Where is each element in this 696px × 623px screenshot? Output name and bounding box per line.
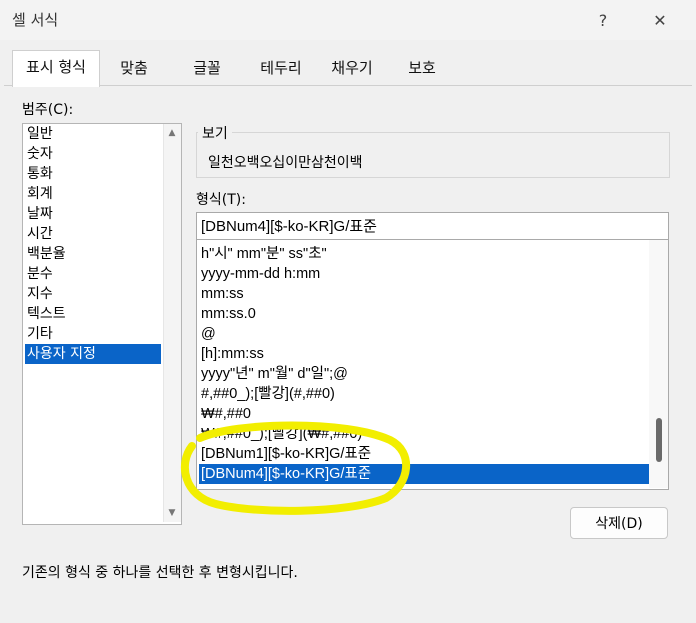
category-item[interactable]: 지수 [25, 284, 161, 304]
scroll-up-icon[interactable]: ▲ [165, 128, 179, 138]
category-item[interactable]: 백분율 [25, 244, 161, 264]
format-item[interactable]: h"시" mm"분" ss"초" [199, 244, 651, 264]
sample-legend: 보기 [198, 123, 232, 143]
tab-font[interactable]: 글꼴 [170, 52, 244, 85]
tab-alignment[interactable]: 맞춤 [100, 52, 168, 85]
category-item[interactable]: 회계 [25, 184, 161, 204]
dialog-title: 셀 서식 [12, 11, 59, 29]
tab-number[interactable]: 표시 형식 [12, 50, 100, 87]
category-item[interactable]: 분수 [25, 264, 161, 284]
tab-fill[interactable]: 채우기 [318, 52, 386, 85]
category-item[interactable]: 통화 [25, 164, 161, 184]
category-list[interactable]: 일반 숫자 통화 회계 날짜 시간 백분율 분수 지수 텍스트 기타 사용자 지… [22, 123, 182, 525]
category-item[interactable]: 날짜 [25, 204, 161, 224]
category-item-selected[interactable]: 사용자 지정 [25, 344, 161, 364]
highlight-annotation [180, 421, 410, 515]
format-item[interactable]: [h]:mm:ss [199, 344, 651, 364]
category-item[interactable]: 시간 [25, 224, 161, 244]
category-item[interactable]: 텍스트 [25, 304, 161, 324]
format-label: 형식(T): [196, 192, 246, 208]
description-text: 기존의 형식 중 하나를 선택한 후 변형시킵니다. [22, 565, 298, 581]
close-button[interactable]: ✕ [645, 8, 675, 34]
format-item[interactable]: yyyy"년" m"월" d"일";@ [199, 364, 651, 384]
format-item[interactable]: yyyy-mm-dd h:mm [199, 264, 651, 284]
tab-protection[interactable]: 보호 [388, 52, 456, 85]
format-item[interactable]: mm:ss.0 [199, 304, 651, 324]
category-item[interactable]: 일반 [25, 124, 161, 144]
format-item[interactable]: mm:ss [199, 284, 651, 304]
format-item[interactable]: @ [199, 324, 651, 344]
format-input[interactable]: [DBNum4][$-ko-KR]G/표준 [196, 212, 669, 240]
sample-value: 일천오백오십이만삼천이백 [208, 155, 363, 171]
format-item[interactable]: #,##0_);[빨강](#,##0) [199, 384, 651, 404]
help-button[interactable]: ? [588, 8, 618, 34]
tab-border[interactable]: 테두리 [246, 52, 316, 85]
category-label: 범주(C): [22, 102, 74, 118]
delete-button[interactable]: 삭제(D) [570, 507, 668, 539]
category-item[interactable]: 숫자 [25, 144, 161, 164]
category-item[interactable]: 기타 [25, 324, 161, 344]
scroll-thumb[interactable] [656, 418, 662, 462]
